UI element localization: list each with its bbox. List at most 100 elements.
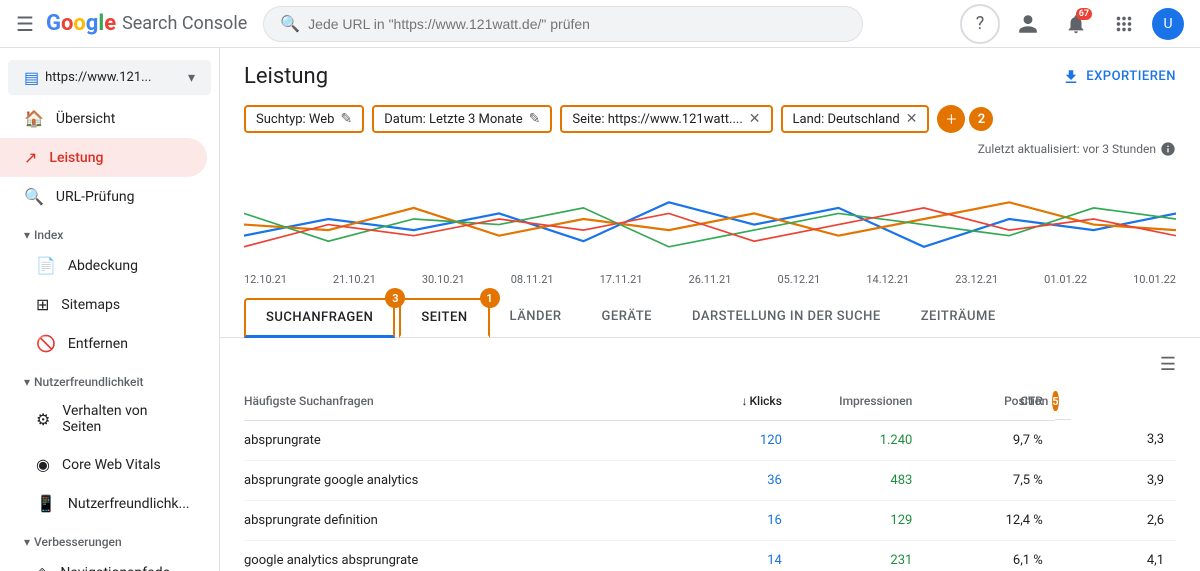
position-cell: 3,3 xyxy=(1055,420,1176,460)
klicks-cell: 120 xyxy=(663,420,793,460)
doc-icon: 📄 xyxy=(36,256,56,275)
tab-darstellung[interactable]: DARSTELLUNG IN DER SUCHE xyxy=(672,299,901,337)
filter-label: Seite: https://www.121watt.... xyxy=(572,112,742,127)
topbar-right: ? 67 U xyxy=(960,4,1184,44)
menu-icon[interactable]: ☰ xyxy=(16,12,34,36)
sort-arrow: ↓ xyxy=(741,394,747,408)
sidebar-item-abdeckung[interactable]: 📄 Abdeckung xyxy=(0,246,207,285)
edit-icon[interactable]: ✎ xyxy=(340,111,352,127)
date-label: 10.01.22 xyxy=(1133,273,1176,286)
close-icon[interactable]: ✕ xyxy=(749,111,761,127)
sidebar-item-label: Sitemaps xyxy=(61,297,120,313)
col-header-position[interactable]: Position 5 xyxy=(1055,383,1071,420)
settings-icon: ⚙ xyxy=(36,410,50,429)
export-button[interactable]: EXPORTIEREN xyxy=(1062,68,1176,86)
sidebar-item-core-web[interactable]: ◉ Core Web Vitals xyxy=(0,445,207,484)
filter-sort-icon[interactable]: ☰ xyxy=(1160,354,1176,375)
add-filter-button[interactable]: + xyxy=(937,105,965,133)
date-label: 17.11.21 xyxy=(600,273,643,286)
sidebar-item-label: Nutzerfreundlichk... xyxy=(68,496,190,512)
search-bar[interactable]: 🔍 xyxy=(263,6,863,42)
date-label: 01.01.22 xyxy=(1044,273,1087,286)
sidebar-item-nutzerfreundlich[interactable]: 📱 Nutzerfreundlichk... xyxy=(0,484,207,523)
section-verbesserungen[interactable]: ▾ Verbesserungen xyxy=(0,523,219,553)
export-label: EXPORTIEREN xyxy=(1086,69,1176,84)
date-label: 26.11.21 xyxy=(689,273,732,286)
chevron-down-icon: ▾ xyxy=(188,70,195,86)
content-header: Leistung EXPORTIEREN xyxy=(220,48,1200,97)
sidebar-item-navigationspfade[interactable]: ◈ Navigationspfade xyxy=(0,553,207,571)
ctr-cell: 6,1 % xyxy=(924,540,1054,571)
position-cell: 2,6 xyxy=(1055,500,1176,540)
app-name: Search Console xyxy=(122,13,247,34)
sidebar-item-label: Core Web Vitals xyxy=(62,457,161,473)
home-icon: 🏠 xyxy=(24,109,44,128)
sidebar-item-label: Navigationspfade xyxy=(60,565,170,571)
filter-land[interactable]: Land: Deutschland ✕ xyxy=(781,105,930,133)
sidebar-item-label: Verhalten von Seiten xyxy=(62,403,183,435)
trending-icon: ↗ xyxy=(24,148,37,167)
tab-laender[interactable]: LÄNDER xyxy=(490,299,582,337)
account-button[interactable] xyxy=(1008,4,1048,44)
chevron-icon: ▾ xyxy=(24,375,30,389)
updated-label: Zuletzt aktualisiert: vor 3 Stunden xyxy=(978,142,1156,156)
table-row: absprungrate definition 16 129 12,4 % 2,… xyxy=(244,500,1176,540)
ctr-cell: 12,4 % xyxy=(924,500,1054,540)
tab-seiten[interactable]: SEITEN xyxy=(399,298,489,338)
logo-g: G xyxy=(46,11,61,36)
date-label: 12.10.21 xyxy=(244,273,287,286)
impressionen-cell: 231 xyxy=(794,540,924,571)
tabs: SUCHANFRAGEN 3 SEITEN 1 LÄNDER GERÄTE xyxy=(244,298,1176,337)
sidebar-item-label: Entfernen xyxy=(68,336,128,352)
position-badge: 5 xyxy=(1052,391,1058,411)
search-input[interactable] xyxy=(308,16,846,32)
nav-icon: ◈ xyxy=(36,563,48,571)
notification-badge: 67 xyxy=(1076,8,1092,20)
sidebar-item-verhalten[interactable]: ⚙ Verhalten von Seiten xyxy=(0,393,207,445)
sidebar: ▤ https://www.121... ▾ 🏠 Übersicht ↗ Lei… xyxy=(0,48,220,571)
apps-button[interactable] xyxy=(1104,4,1144,44)
sidebar-item-uebersicht[interactable]: 🏠 Übersicht xyxy=(0,99,207,138)
date-label: 21.10.21 xyxy=(333,273,376,286)
filter-seite[interactable]: Seite: https://www.121watt.... ✕ xyxy=(560,105,772,133)
tabs-container: SUCHANFRAGEN 3 SEITEN 1 LÄNDER GERÄTE xyxy=(220,298,1200,338)
col-header-impressionen[interactable]: Impressionen xyxy=(794,383,924,420)
section-label: Index xyxy=(34,228,63,242)
table-header: Häufigste Suchanfragen ↓Klicks Impressio… xyxy=(244,383,1176,420)
filter-datum[interactable]: Datum: Letzte 3 Monate ✎ xyxy=(372,105,552,133)
chart-area xyxy=(244,169,1176,269)
logo-o2: o xyxy=(73,11,85,36)
query-cell: absprungrate xyxy=(244,420,663,460)
notifications-button[interactable]: 67 xyxy=(1056,4,1096,44)
impressionen-cell: 1.240 xyxy=(794,420,924,460)
query-cell: absprungrate google analytics xyxy=(244,460,663,500)
filter-suchtyp[interactable]: Suchtyp: Web ✎ xyxy=(244,105,364,133)
tab-zeitraeume[interactable]: ZEITRÄUME xyxy=(901,299,1016,337)
sidebar-item-entfernen[interactable]: 🚫 Entfernen xyxy=(0,324,207,363)
sidebar-item-url-pruefung[interactable]: 🔍 URL-Prüfung xyxy=(0,177,207,216)
position-cell: 3,9 xyxy=(1055,460,1176,500)
sidebar-item-label: Leistung xyxy=(49,150,103,166)
site-icon: ▤ xyxy=(24,68,39,87)
tab-suchanfragen[interactable]: SUCHANFRAGEN xyxy=(244,298,395,338)
section-index[interactable]: ▾ Index xyxy=(0,216,219,246)
filter-label: Suchtyp: Web xyxy=(256,112,334,127)
table-row: absprungrate google analytics 36 483 7,5… xyxy=(244,460,1176,500)
sidebar-item-leistung[interactable]: ↗ Leistung xyxy=(0,138,207,177)
tab-badge-seiten: 1 xyxy=(480,288,500,308)
tab-geraete[interactable]: GERÄTE xyxy=(582,299,672,337)
edit-icon[interactable]: ✎ xyxy=(529,111,541,127)
col-header-klicks[interactable]: ↓Klicks xyxy=(663,383,793,420)
klicks-cell: 14 xyxy=(663,540,793,571)
site-selector[interactable]: ▤ https://www.121... ▾ xyxy=(8,60,211,95)
close-icon[interactable]: ✕ xyxy=(906,111,918,127)
mobile-icon: 📱 xyxy=(36,494,56,513)
page-title: Leistung xyxy=(244,64,328,89)
section-label: Verbesserungen xyxy=(34,535,122,549)
sidebar-item-sitemaps[interactable]: ⊞ Sitemaps xyxy=(0,285,207,324)
help-button[interactable]: ? xyxy=(960,4,1000,44)
date-label: 23.12.21 xyxy=(955,273,998,286)
section-nutzerfreundlichkeit[interactable]: ▾ Nutzerfreundlichkeit xyxy=(0,363,219,393)
search-icon: 🔍 xyxy=(24,187,44,206)
avatar[interactable]: U xyxy=(1152,8,1184,40)
